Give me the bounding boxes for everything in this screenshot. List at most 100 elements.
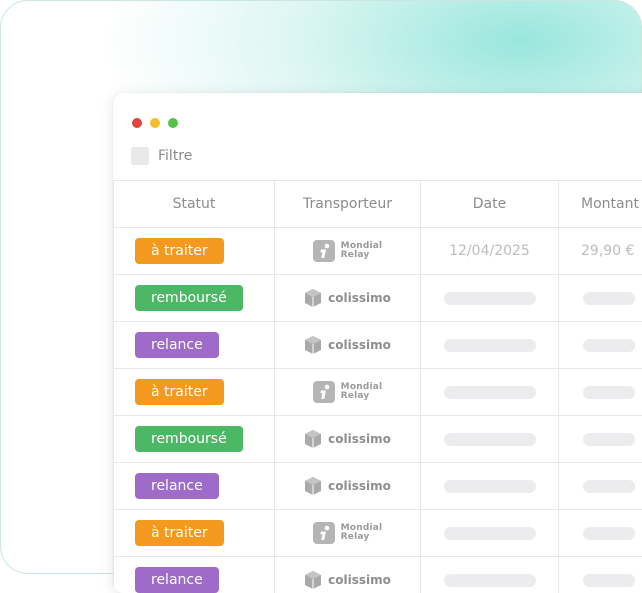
status-badge[interactable]: relance [135,567,219,593]
date-placeholder-bar [444,480,536,493]
mondial-relay-wordmark: MondialRelay [341,242,383,260]
carrier-cell: MondialRelay [275,369,421,416]
close-window-dot[interactable] [132,118,142,128]
status-cell: à traiter [114,510,275,557]
amount-placeholder-bar [583,292,635,305]
amount-placeholder-bar [583,574,635,587]
carrier-cell: MondialRelay [275,510,421,557]
amount-placeholder-bar [583,386,635,399]
amount-placeholder-bar [583,527,635,540]
date-cell [421,369,559,416]
table-header-row: Statut Transporteur Date Montant [114,181,642,228]
table-row[interactable]: relance colissimo [114,463,642,510]
mondial-relay-wordmark: MondialRelay [341,383,383,401]
date-cell [421,322,559,369]
status-badge[interactable]: remboursé [135,285,243,311]
table-row[interactable]: remboursé colissimo [114,275,642,322]
carrier-mondial-relay-logo: MondialRelay [275,240,420,262]
table-row[interactable]: relance colissimo [114,557,642,593]
colissimo-box-icon [304,288,322,308]
colissimo-box-icon [304,570,322,590]
colissimo-wordmark: colissimo [328,338,391,352]
date-cell [421,463,559,510]
filter-label: Filtre [158,148,192,164]
status-badge[interactable]: remboursé [135,426,243,452]
amount-placeholder-bar [583,433,635,446]
colissimo-box-icon [304,429,322,449]
date-cell [421,510,559,557]
window-controls [132,118,178,128]
carrier-cell: colissimo [275,416,421,463]
status-cell: à traiter [114,228,275,275]
amount-cell [559,416,642,463]
carrier-colissimo-logo: colissimo [275,335,420,355]
carrier-mondial-relay-logo: MondialRelay [275,381,420,403]
amount-placeholder-bar [583,480,635,493]
colissimo-wordmark: colissimo [328,479,391,493]
table-row[interactable]: remboursé colissimo [114,416,642,463]
colissimo-box-icon [304,476,322,496]
orders-table: Statut Transporteur Date Montant à trait… [113,180,642,593]
colissimo-wordmark: colissimo [328,573,391,587]
date-placeholder-bar [444,339,536,352]
date-cell [421,416,559,463]
status-cell: relance [114,557,275,593]
column-header-montant[interactable]: Montant [559,181,642,228]
carrier-cell: colissimo [275,557,421,593]
table-row[interactable]: à traiter MondialRelay [114,369,642,416]
mondial-relay-logo-icon [313,240,335,262]
status-cell: remboursé [114,416,275,463]
carrier-cell: MondialRelay [275,228,421,275]
carrier-mondial-relay-logo: MondialRelay [275,522,420,544]
amount-cell [559,322,642,369]
status-cell: à traiter [114,369,275,416]
date-placeholder-bar [444,386,536,399]
minimize-window-dot[interactable] [150,118,160,128]
amount-cell [559,275,642,322]
mondial-relay-wordmark: MondialRelay [341,524,383,542]
status-cell: relance [114,463,275,510]
date-cell [421,557,559,593]
colissimo-box-icon [304,335,322,355]
status-badge[interactable]: à traiter [135,520,224,546]
colissimo-wordmark: colissimo [328,432,391,446]
status-badge[interactable]: relance [135,332,219,358]
carrier-colissimo-logo: colissimo [275,570,420,590]
amount-cell [559,369,642,416]
date-cell: 12/04/2025 [421,228,559,275]
filter-checkbox[interactable] [131,147,149,165]
table-body: à traiterMondialRelay12/04/202529,90 €re… [114,228,642,593]
column-header-date[interactable]: Date [421,181,559,228]
amount-cell [559,557,642,593]
filter-control[interactable]: Filtre [131,147,192,165]
carrier-cell: colissimo [275,463,421,510]
status-badge[interactable]: à traiter [135,238,224,264]
carrier-cell: colissimo [275,275,421,322]
status-badge[interactable]: relance [135,473,219,499]
status-cell: remboursé [114,275,275,322]
date-cell [421,275,559,322]
date-placeholder-bar [444,292,536,305]
table-row[interactable]: relance colissimo [114,322,642,369]
table-row[interactable]: à traiter MondialRelay 12/04/202529,90 € [114,228,642,275]
amount-cell [559,510,642,557]
date-placeholder-bar [444,574,536,587]
app-window: Filtre Statut Transporteur Date Montant … [113,93,642,593]
amount-cell [559,463,642,510]
amount-placeholder-bar [583,339,635,352]
table-row[interactable]: à traiter MondialRelay [114,510,642,557]
date-placeholder-bar [444,527,536,540]
carrier-cell: colissimo [275,322,421,369]
mondial-relay-logo-icon [313,522,335,544]
maximize-window-dot[interactable] [168,118,178,128]
column-header-transporteur[interactable]: Transporteur [275,181,421,228]
column-header-statut[interactable]: Statut [114,181,275,228]
carrier-colissimo-logo: colissimo [275,429,420,449]
date-placeholder-bar [444,433,536,446]
amount-cell: 29,90 € [559,228,642,275]
colissimo-wordmark: colissimo [328,291,391,305]
carrier-colissimo-logo: colissimo [275,288,420,308]
status-badge[interactable]: à traiter [135,379,224,405]
status-cell: relance [114,322,275,369]
carrier-colissimo-logo: colissimo [275,476,420,496]
